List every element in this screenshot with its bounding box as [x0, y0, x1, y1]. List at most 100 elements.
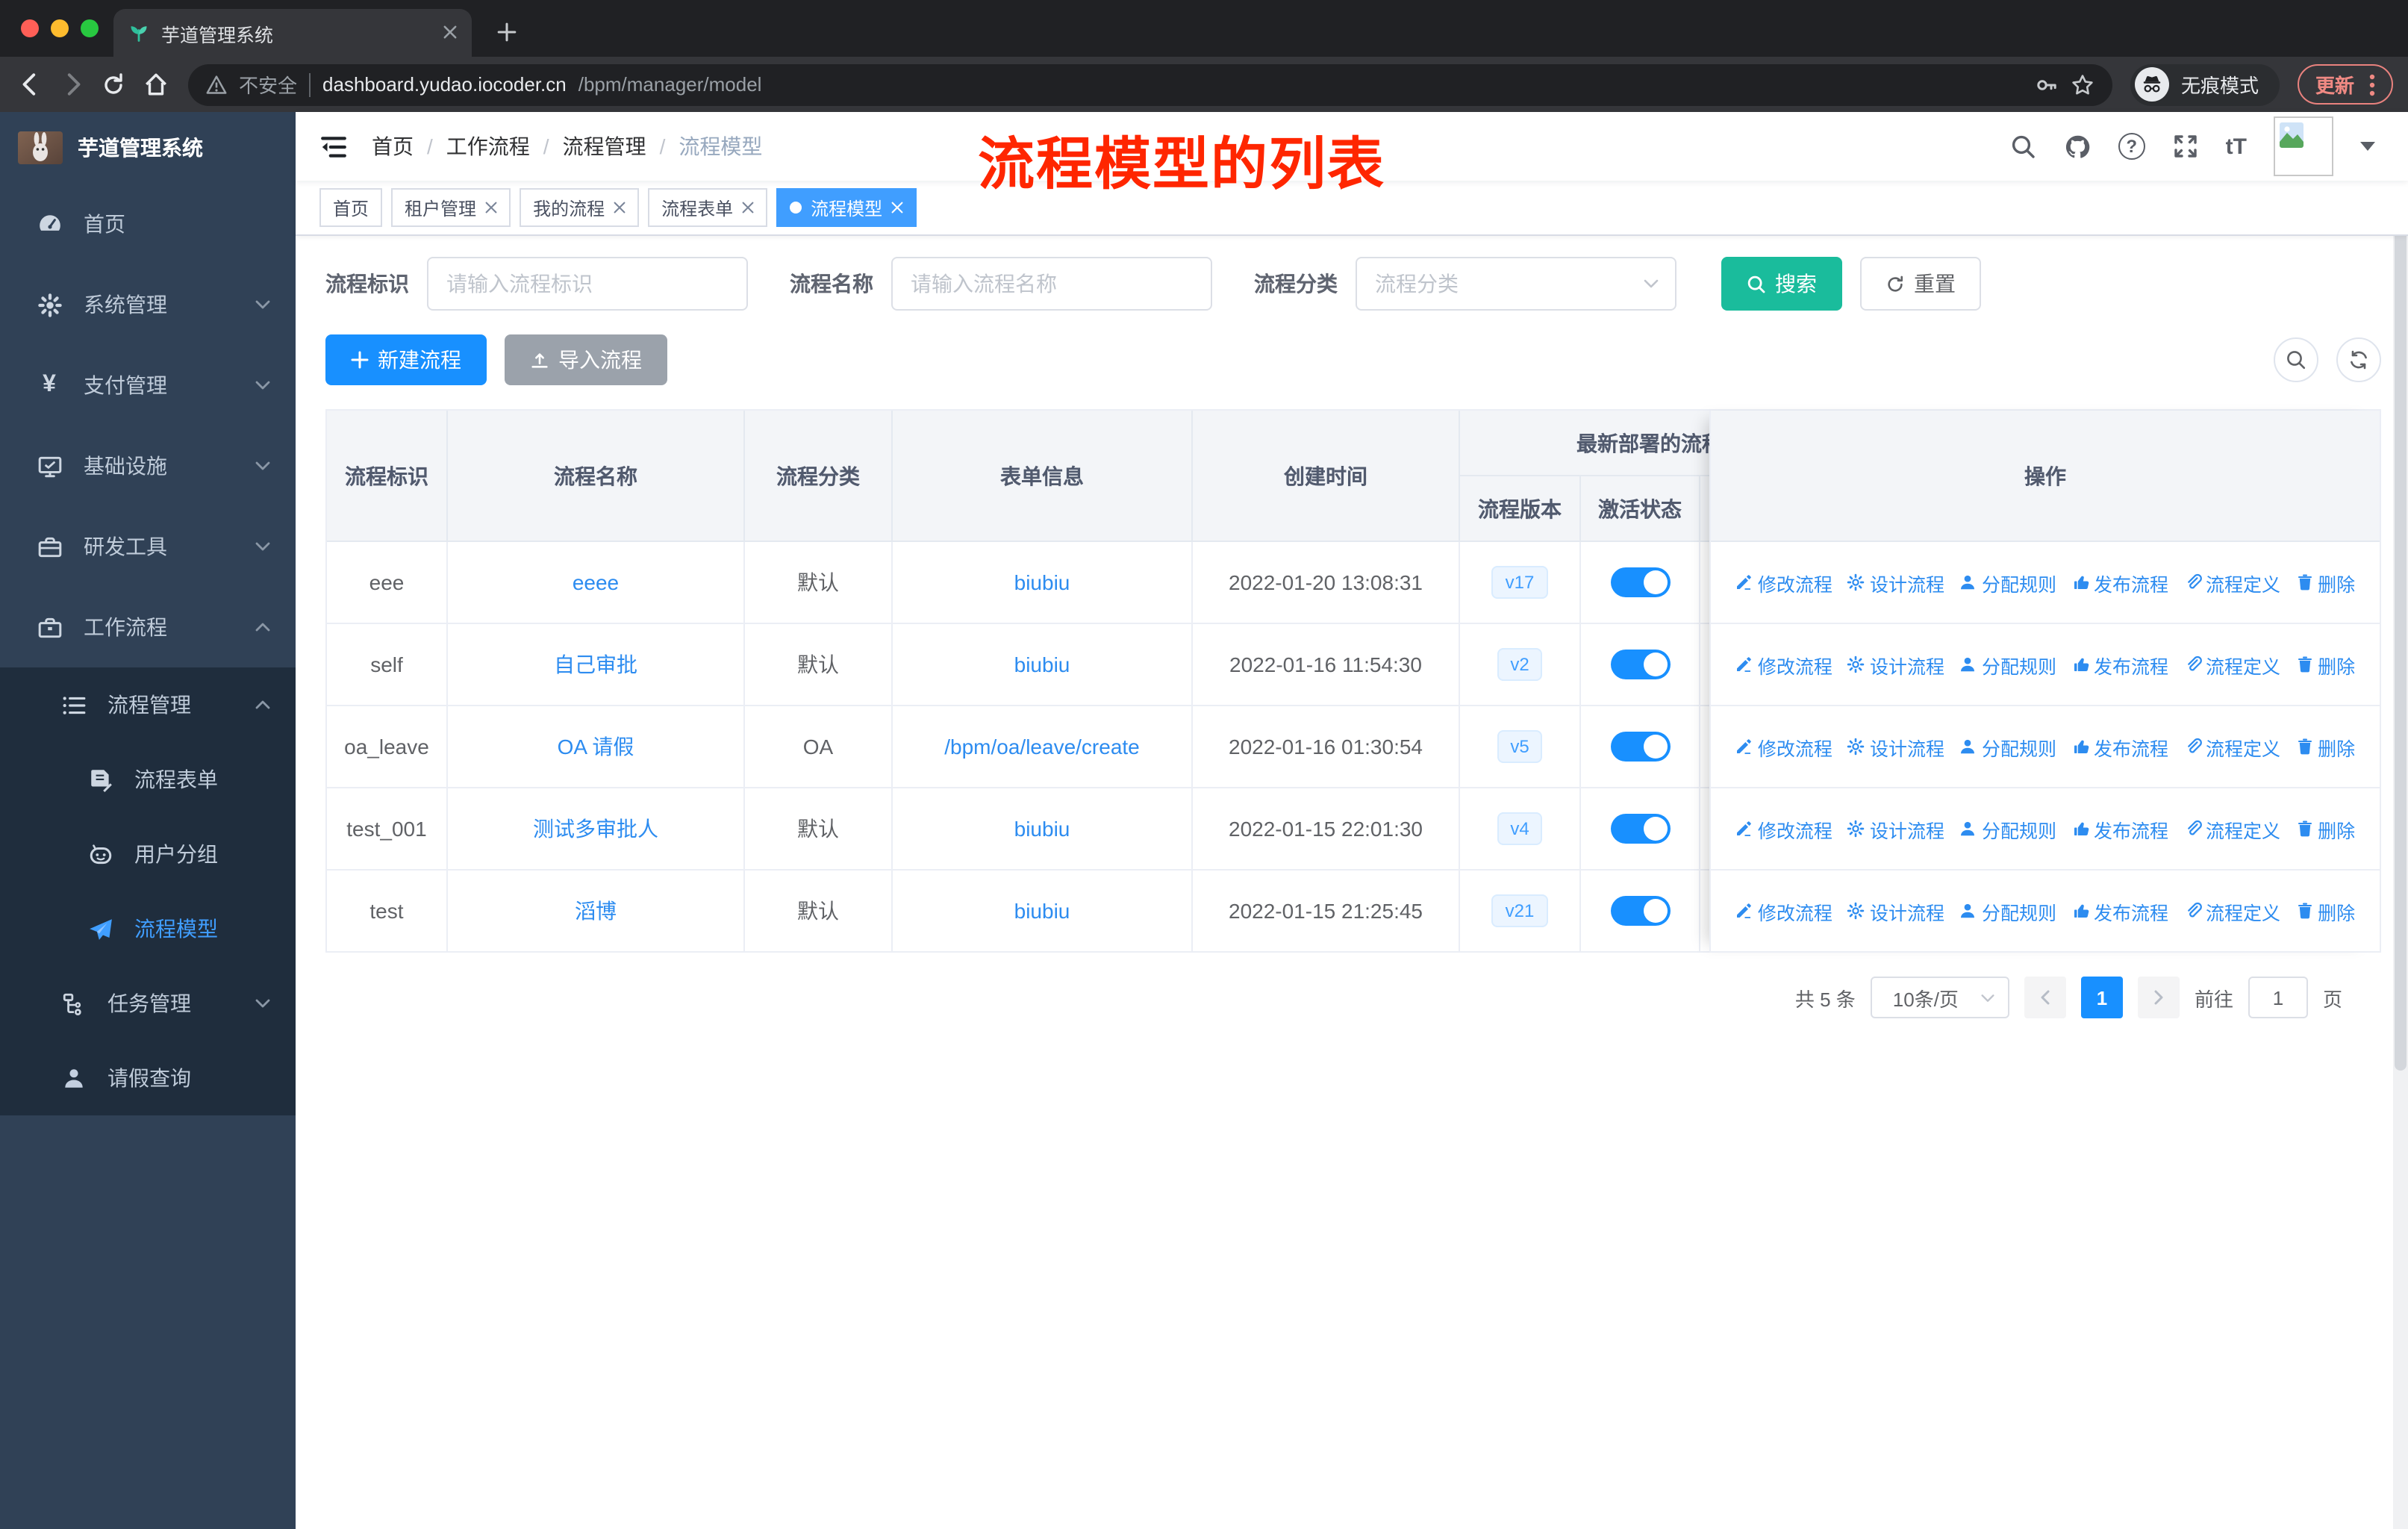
github-icon[interactable]	[2063, 132, 2092, 161]
sidebar-item-task-mgmt[interactable]: 任务管理	[0, 966, 296, 1041]
prev-page-button[interactable]	[2024, 977, 2066, 1018]
page-size-select[interactable]: 10条/页	[1870, 977, 2009, 1018]
breadcrumb-item[interactable]: 首页	[372, 131, 414, 161]
update-button[interactable]: 更新	[2297, 64, 2393, 105]
key-icon[interactable]	[2035, 72, 2059, 96]
action-delete-link[interactable]: 删除	[2295, 732, 2355, 761]
fullscreen-icon[interactable]	[2172, 133, 2199, 160]
action-design-link[interactable]: 设计流程	[1847, 815, 1944, 843]
help-icon[interactable]: ?	[2118, 133, 2145, 160]
tag-home[interactable]: 首页	[319, 188, 383, 227]
action-deploy-link[interactable]: 发布流程	[2071, 815, 2168, 843]
active-switch[interactable]	[1610, 732, 1670, 762]
avatar-caret-icon[interactable]	[2360, 142, 2375, 151]
sidebar-item-process-mgmt[interactable]: 流程管理	[0, 667, 296, 742]
goto-page-input[interactable]	[2248, 977, 2308, 1018]
reset-button[interactable]: 重置	[1860, 257, 1981, 311]
form-link[interactable]: biubiu	[1014, 570, 1070, 594]
page-1-button[interactable]: 1	[2080, 977, 2123, 1018]
sidebar-item-leave-query[interactable]: 请假查询	[0, 1041, 296, 1115]
action-assign-link[interactable]: 分配规则	[1959, 815, 2056, 843]
model-name-link[interactable]: 自己审批	[554, 650, 637, 679]
action-assign-link[interactable]: 分配规则	[1959, 732, 2056, 761]
action-deploy-link[interactable]: 发布流程	[2071, 650, 2168, 679]
tag-my-process[interactable]: 我的流程	[520, 188, 640, 227]
action-delete-link[interactable]: 删除	[2295, 568, 2355, 597]
action-deploy-link[interactable]: 发布流程	[2071, 568, 2168, 597]
action-deploy-link[interactable]: 发布流程	[2071, 897, 2168, 925]
model-name-link[interactable]: eeee	[573, 570, 619, 594]
toggle-search-icon[interactable]	[2274, 337, 2318, 382]
active-switch[interactable]	[1610, 567, 1670, 597]
sidebar-item-home[interactable]: 首页	[0, 184, 296, 264]
tag-tenant[interactable]: 租户管理	[391, 188, 511, 227]
sidebar-item-payment[interactable]: ¥ 支付管理	[0, 345, 296, 426]
bookmark-star-icon[interactable]	[2071, 72, 2094, 96]
scrollbar-thumb[interactable]	[2395, 115, 2407, 1071]
action-delete-link[interactable]: 删除	[2295, 897, 2355, 925]
action-definition-link[interactable]: 流程定义	[2183, 568, 2280, 597]
font-size-icon[interactable]: tT	[2226, 134, 2247, 159]
active-switch[interactable]	[1610, 650, 1670, 679]
page-scrollbar[interactable]	[2393, 112, 2408, 1529]
close-icon[interactable]	[891, 202, 903, 214]
action-modify-link[interactable]: 修改流程	[1735, 815, 1832, 843]
close-icon[interactable]	[614, 202, 626, 214]
action-design-link[interactable]: 设计流程	[1847, 732, 1944, 761]
search-button[interactable]: 搜索	[1721, 257, 1842, 311]
form-link[interactable]: biubiu	[1014, 899, 1070, 923]
action-modify-link[interactable]: 修改流程	[1735, 568, 1832, 597]
action-definition-link[interactable]: 流程定义	[2183, 815, 2280, 843]
close-icon[interactable]	[485, 202, 497, 214]
search-icon[interactable]	[2009, 133, 2036, 160]
sidebar-item-process-model[interactable]: 流程模型	[0, 891, 296, 966]
action-design-link[interactable]: 设计流程	[1847, 650, 1944, 679]
sidebar-item-system[interactable]: 系统管理	[0, 264, 296, 345]
model-name-link[interactable]: OA 请假	[558, 732, 634, 762]
action-definition-link[interactable]: 流程定义	[2183, 732, 2280, 761]
action-deploy-link[interactable]: 发布流程	[2071, 732, 2168, 761]
avatar[interactable]	[2274, 116, 2333, 176]
form-link[interactable]: biubiu	[1014, 653, 1070, 676]
sidebar-item-user-group[interactable]: 用户分组	[0, 817, 296, 891]
sidebar-item-infra[interactable]: 基础设施	[0, 426, 296, 506]
maximize-window-button[interactable]	[81, 19, 99, 37]
model-name-link[interactable]: 滔博	[575, 896, 617, 926]
action-definition-link[interactable]: 流程定义	[2183, 650, 2280, 679]
sidebar-item-devtools[interactable]: 研发工具	[0, 506, 296, 587]
home-icon[interactable]	[140, 69, 170, 99]
active-switch[interactable]	[1610, 814, 1670, 844]
sidebar-item-workflow[interactable]: 工作流程	[0, 587, 296, 667]
refresh-icon[interactable]	[2336, 337, 2381, 382]
action-assign-link[interactable]: 分配规则	[1959, 650, 2056, 679]
tab-close-icon[interactable]	[443, 22, 457, 43]
action-design-link[interactable]: 设计流程	[1847, 897, 1944, 925]
close-window-button[interactable]	[21, 19, 39, 37]
action-design-link[interactable]: 设计流程	[1847, 568, 1944, 597]
form-link[interactable]: /bpm/oa/leave/create	[944, 735, 1140, 759]
breadcrumb-item[interactable]: 流程管理	[563, 131, 646, 161]
update-label[interactable]: 更新	[2315, 70, 2354, 99]
collapse-sidebar-icon[interactable]	[319, 132, 348, 161]
create-process-button[interactable]: 新建流程	[325, 334, 487, 385]
category-select[interactable]: 流程分类	[1356, 257, 1676, 311]
action-assign-link[interactable]: 分配规则	[1959, 897, 2056, 925]
action-definition-link[interactable]: 流程定义	[2183, 897, 2280, 925]
new-tab-button[interactable]	[487, 12, 525, 51]
action-modify-link[interactable]: 修改流程	[1735, 897, 1832, 925]
breadcrumb-item[interactable]: 工作流程	[446, 131, 530, 161]
browser-menu-icon[interactable]	[2369, 72, 2375, 96]
reload-icon[interactable]	[99, 69, 128, 99]
browser-tab[interactable]: 芋道管理系统	[113, 9, 472, 57]
process-key-input[interactable]	[427, 257, 748, 311]
app-logo-row[interactable]: 芋道管理系统	[0, 112, 296, 184]
import-process-button[interactable]: 导入流程	[505, 334, 667, 385]
form-link[interactable]: biubiu	[1014, 817, 1070, 841]
security-label[interactable]: 不安全	[239, 70, 297, 99]
close-icon[interactable]	[742, 202, 754, 214]
next-page-button[interactable]	[2137, 977, 2180, 1018]
model-name-link[interactable]: 测试多审批人	[533, 814, 658, 844]
action-modify-link[interactable]: 修改流程	[1735, 650, 1832, 679]
url-bar[interactable]: 不安全 dashboard.yudao.iocoder.cn /bpm/mana…	[188, 63, 2112, 105]
action-delete-link[interactable]: 删除	[2295, 650, 2355, 679]
